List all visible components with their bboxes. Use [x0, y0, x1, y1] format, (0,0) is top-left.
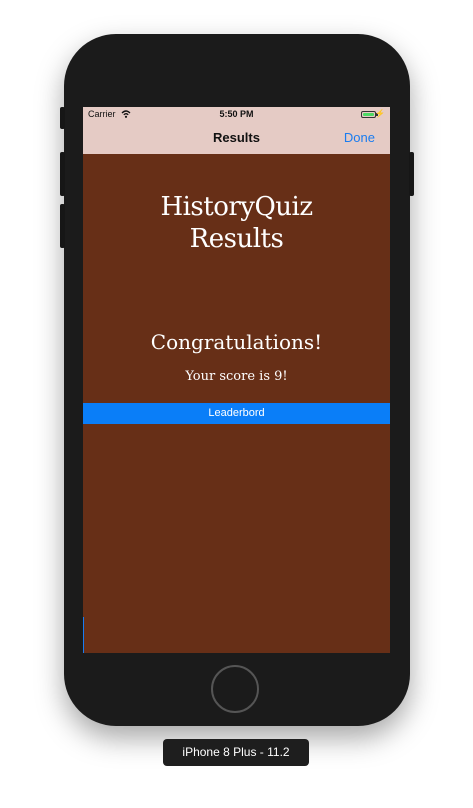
edge-marker: [83, 617, 84, 653]
quiz-title-line2: Results: [189, 224, 284, 254]
navigation-bar: Results Done: [83, 123, 390, 154]
quiz-title-line1: HistoryQuiz: [160, 192, 313, 222]
power-button: [409, 152, 414, 196]
congratulations-text: Congratulations!: [150, 330, 323, 354]
charging-bolt-icon: ⚡: [375, 109, 385, 118]
status-bar: Carrier 5:50 PM ⚡: [83, 107, 390, 123]
done-button[interactable]: Done: [344, 130, 375, 145]
score-text: Your score is 9!: [185, 369, 288, 384]
app-screen: Carrier 5:50 PM ⚡ Results Done HistoryQu…: [83, 107, 390, 653]
volume-down-button: [60, 204, 65, 248]
simulator-device-label: iPhone 8 Plus - 11.2: [163, 739, 309, 766]
volume-up-button: [60, 152, 65, 196]
leaderboard-button[interactable]: Leaderbord: [83, 403, 390, 424]
status-time: 5:50 PM: [219, 109, 254, 119]
battery-icon: [361, 111, 378, 118]
quiz-results-heading: HistoryQuiz Results: [83, 191, 390, 255]
home-button[interactable]: [211, 665, 259, 713]
mute-switch: [60, 107, 65, 129]
